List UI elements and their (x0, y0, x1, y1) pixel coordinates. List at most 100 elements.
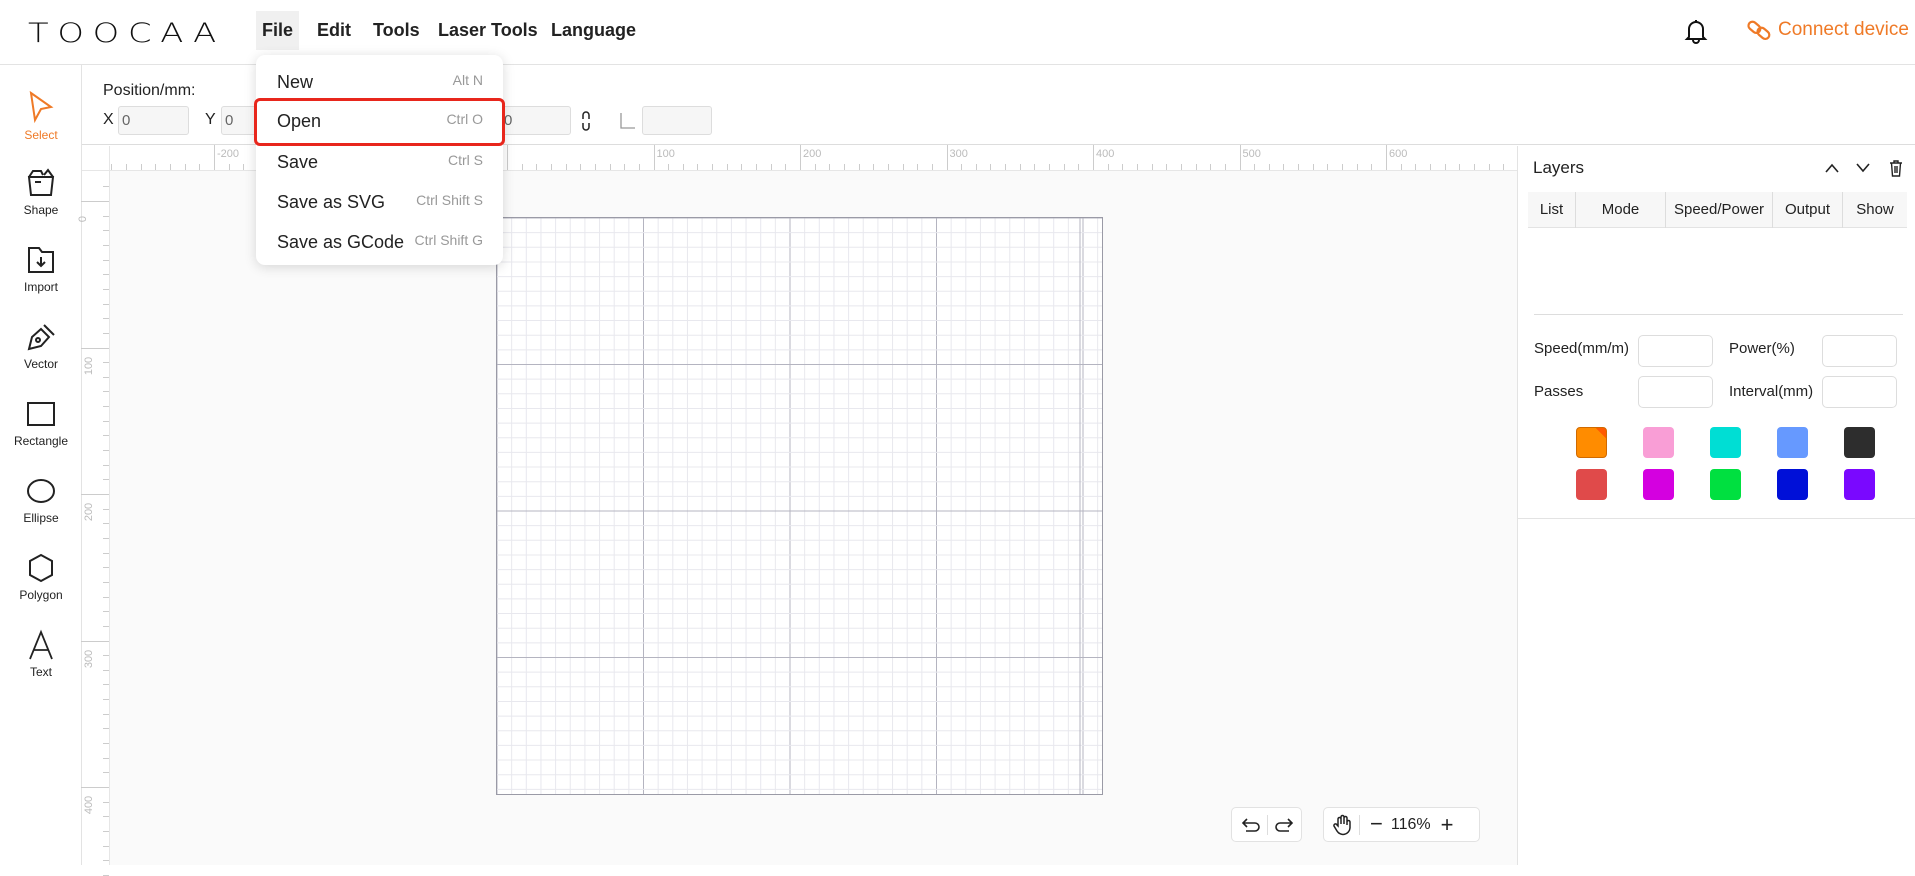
color-swatch[interactable] (1844, 469, 1875, 500)
tool-label: Polygon (19, 588, 63, 602)
redo-icon[interactable] (1274, 816, 1294, 834)
ruler-label: 300 (83, 649, 96, 668)
ruler-tick (103, 684, 109, 686)
menu-tools[interactable]: Tools (373, 20, 420, 41)
ruler-tick (1386, 145, 1387, 170)
speed-input[interactable] (1638, 335, 1713, 367)
tool-vector[interactable]: Vector (0, 321, 82, 371)
color-swatch[interactable] (1576, 469, 1607, 500)
tool-import[interactable]: Import (0, 244, 82, 294)
shape-box-icon (27, 168, 55, 196)
passes-input[interactable] (1638, 376, 1713, 408)
color-swatch[interactable] (1643, 427, 1674, 458)
ruler-tick (565, 164, 567, 170)
connect-device-label: Connect device (1778, 19, 1909, 40)
move-layer-up-icon[interactable] (1824, 162, 1840, 174)
ruler-tick (103, 450, 109, 452)
tool-rectangle[interactable]: Rectangle (0, 398, 82, 448)
ruler-tick (961, 164, 963, 170)
ruler-tick (1327, 164, 1329, 170)
color-swatch[interactable] (1844, 427, 1875, 458)
tool-ellipse[interactable]: Ellipse (0, 475, 82, 525)
ruler-tick (81, 494, 109, 495)
tool-select[interactable]: Select (0, 90, 82, 142)
color-swatch[interactable] (1576, 427, 1607, 458)
ruler-tick (103, 244, 109, 246)
menu-item-save-as-svg[interactable]: Save as SVG Ctrl Shift S (256, 182, 503, 222)
lock-ratio-link-icon[interactable] (580, 110, 592, 132)
ruler-tick (770, 164, 772, 170)
tool-label: Shape (23, 203, 59, 217)
divider (1359, 814, 1360, 835)
menu-language[interactable]: Language (551, 20, 636, 41)
ruler-label: 400 (83, 795, 96, 815)
ruler-label: 200 (83, 502, 96, 522)
color-swatch[interactable] (1710, 427, 1741, 458)
ruler-tick (843, 164, 845, 170)
ruler-tick (103, 537, 109, 539)
zoom-level: 116% (1390, 815, 1431, 833)
move-layer-down-icon[interactable] (1855, 162, 1871, 174)
menu-file[interactable]: File (256, 11, 300, 50)
menu-item-save[interactable]: Save Ctrl S (256, 142, 503, 182)
color-swatch[interactable] (1710, 469, 1741, 500)
menu-item-new[interactable]: New Alt N (256, 62, 503, 102)
menu-item-label: Open (277, 111, 322, 131)
passes-label: Passes (1534, 383, 1584, 400)
menu-item-shortcut: Ctrl O (446, 111, 483, 127)
bell-icon[interactable] (1684, 18, 1708, 44)
ruler-tick (1107, 164, 1109, 170)
tool-shape[interactable]: Shape (0, 167, 82, 217)
undo-icon[interactable] (1241, 816, 1261, 834)
zoom-out-button[interactable]: − (1370, 811, 1383, 837)
color-swatch[interactable] (1777, 427, 1808, 458)
menu-item-label: Save as SVG (277, 192, 386, 212)
ruler-label: 300 (949, 148, 968, 160)
ruler-tick (1063, 164, 1065, 170)
hexagon-icon (29, 553, 53, 583)
ruler-tick (507, 145, 508, 170)
power-input[interactable] (1822, 335, 1897, 367)
pan-hand-icon[interactable] (1333, 814, 1353, 836)
import-folder-icon (28, 247, 54, 273)
zoom-in-button[interactable]: + (1441, 812, 1454, 838)
ruler-tick (1034, 164, 1036, 170)
x-input[interactable]: 0 (118, 106, 189, 135)
ruler-tick (103, 830, 109, 832)
color-swatch[interactable] (1643, 469, 1674, 500)
tool-label: Import (23, 280, 58, 294)
divider (1267, 814, 1268, 835)
ruler-tick (594, 164, 596, 170)
ruler-tick (103, 801, 109, 803)
ruler-tick (829, 164, 831, 170)
menu-laser-tools[interactable]: Laser Tools (438, 20, 538, 41)
ruler-tick (858, 164, 860, 170)
ruler-label: 200 (803, 148, 822, 160)
ruler-tick (1136, 164, 1138, 170)
ruler-tick (103, 318, 109, 320)
toocaa-logo: TOOCAA (28, 18, 225, 49)
tool-polygon[interactable]: Polygon (0, 552, 82, 602)
width-input[interactable]: 0 (500, 106, 571, 135)
tool-label: Text (29, 665, 52, 679)
menu-item-save-as-gcode[interactable]: Save as GCode Ctrl Shift G (256, 222, 503, 262)
tool-label: Rectangle (13, 434, 69, 448)
ruler-tick (103, 391, 109, 393)
work-area-grid[interactable] (496, 217, 1103, 795)
rotation-input[interactable] (642, 106, 712, 135)
divider (1518, 518, 1915, 519)
interval-input[interactable] (1822, 376, 1897, 408)
ruler-tick (682, 164, 684, 170)
ruler-tick (103, 699, 109, 701)
ruler-tick (1371, 164, 1373, 170)
tool-text[interactable]: Text (0, 629, 82, 679)
ruler-tick (184, 164, 186, 170)
trash-icon[interactable] (1889, 159, 1903, 177)
ruler-tick (243, 164, 245, 170)
ruler-label: 400 (1096, 148, 1115, 160)
ruler-label: 600 (1389, 148, 1408, 160)
menu-edit[interactable]: Edit (317, 20, 351, 41)
connect-device-button[interactable]: Connect device (1746, 17, 1909, 43)
color-swatch[interactable] (1777, 469, 1808, 500)
menu-item-open[interactable]: Open Ctrl O (254, 98, 505, 146)
